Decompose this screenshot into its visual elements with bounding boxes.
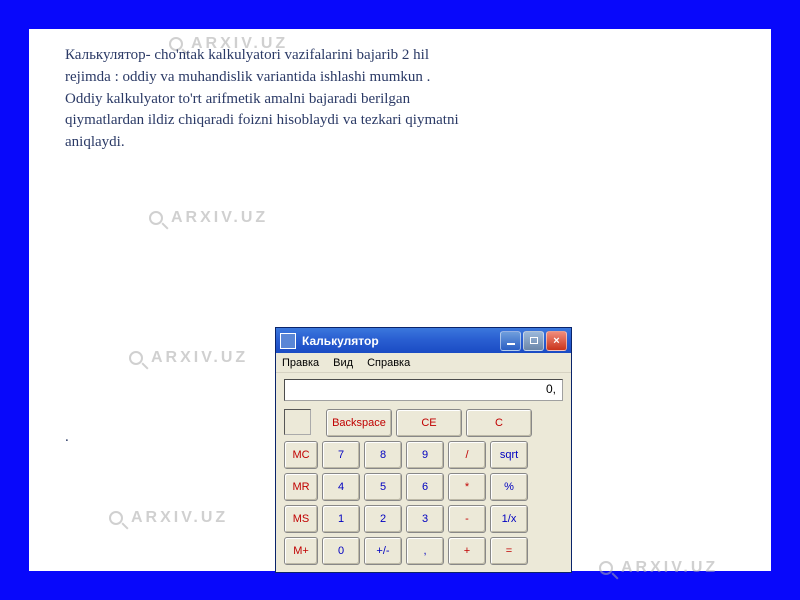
slide-page: ARXIV.UZ ARXIV.UZ ARXIV.UZ ARXIV.UZ ARXI… — [28, 28, 772, 572]
key-7[interactable]: 7 — [322, 441, 360, 469]
calc-display: 0, — [284, 379, 563, 401]
key-5[interactable]: 5 — [364, 473, 402, 501]
menu-help[interactable]: Справка — [367, 357, 410, 369]
key-0[interactable]: 0 — [322, 537, 360, 565]
key-plusminus[interactable]: +/- — [364, 537, 402, 565]
description-text: Калькулятор- cho'ntak kalkulyatori vazif… — [65, 45, 465, 154]
key-subtract[interactable]: - — [448, 505, 486, 533]
stray-dot: . — [65, 429, 69, 446]
keypad: Backspace CE C MC 7 8 9 / sqrt MR 4 5 6 … — [276, 405, 571, 577]
key-inverse[interactable]: 1/x — [490, 505, 528, 533]
memory-indicator — [284, 409, 311, 435]
menubar: Правка Вид Справка — [276, 353, 571, 373]
mplus-button[interactable]: M+ — [284, 537, 318, 565]
maximize-button — [523, 331, 544, 351]
calculator-window: Калькулятор × Правка Вид Справка 0, Back… — [275, 327, 572, 573]
c-button[interactable]: C — [466, 409, 532, 437]
backspace-button[interactable]: Backspace — [326, 409, 392, 437]
key-equals[interactable]: = — [490, 537, 528, 565]
minimize-button[interactable] — [500, 331, 521, 351]
key-8[interactable]: 8 — [364, 441, 402, 469]
key-1[interactable]: 1 — [322, 505, 360, 533]
key-9[interactable]: 9 — [406, 441, 444, 469]
key-multiply[interactable]: * — [448, 473, 486, 501]
key-add[interactable]: + — [448, 537, 486, 565]
key-divide[interactable]: / — [448, 441, 486, 469]
close-button[interactable]: × — [546, 331, 567, 351]
watermark: ARXIV.UZ — [129, 349, 248, 367]
ms-button[interactable]: MS — [284, 505, 318, 533]
watermark: ARXIV.UZ — [599, 559, 718, 577]
mc-button[interactable]: MC — [284, 441, 318, 469]
watermark: ARXIV.UZ — [149, 209, 268, 227]
app-icon — [280, 333, 296, 349]
key-sqrt[interactable]: sqrt — [490, 441, 528, 469]
mr-button[interactable]: MR — [284, 473, 318, 501]
key-6[interactable]: 6 — [406, 473, 444, 501]
key-percent[interactable]: % — [490, 473, 528, 501]
menu-view[interactable]: Вид — [333, 357, 353, 369]
ce-button[interactable]: CE — [396, 409, 462, 437]
window-title: Калькулятор — [302, 334, 379, 348]
key-decimal[interactable]: , — [406, 537, 444, 565]
watermark: ARXIV.UZ — [109, 509, 228, 527]
key-2[interactable]: 2 — [364, 505, 402, 533]
titlebar[interactable]: Калькулятор × — [276, 328, 571, 353]
menu-edit[interactable]: Правка — [282, 357, 319, 369]
key-4[interactable]: 4 — [322, 473, 360, 501]
key-3[interactable]: 3 — [406, 505, 444, 533]
